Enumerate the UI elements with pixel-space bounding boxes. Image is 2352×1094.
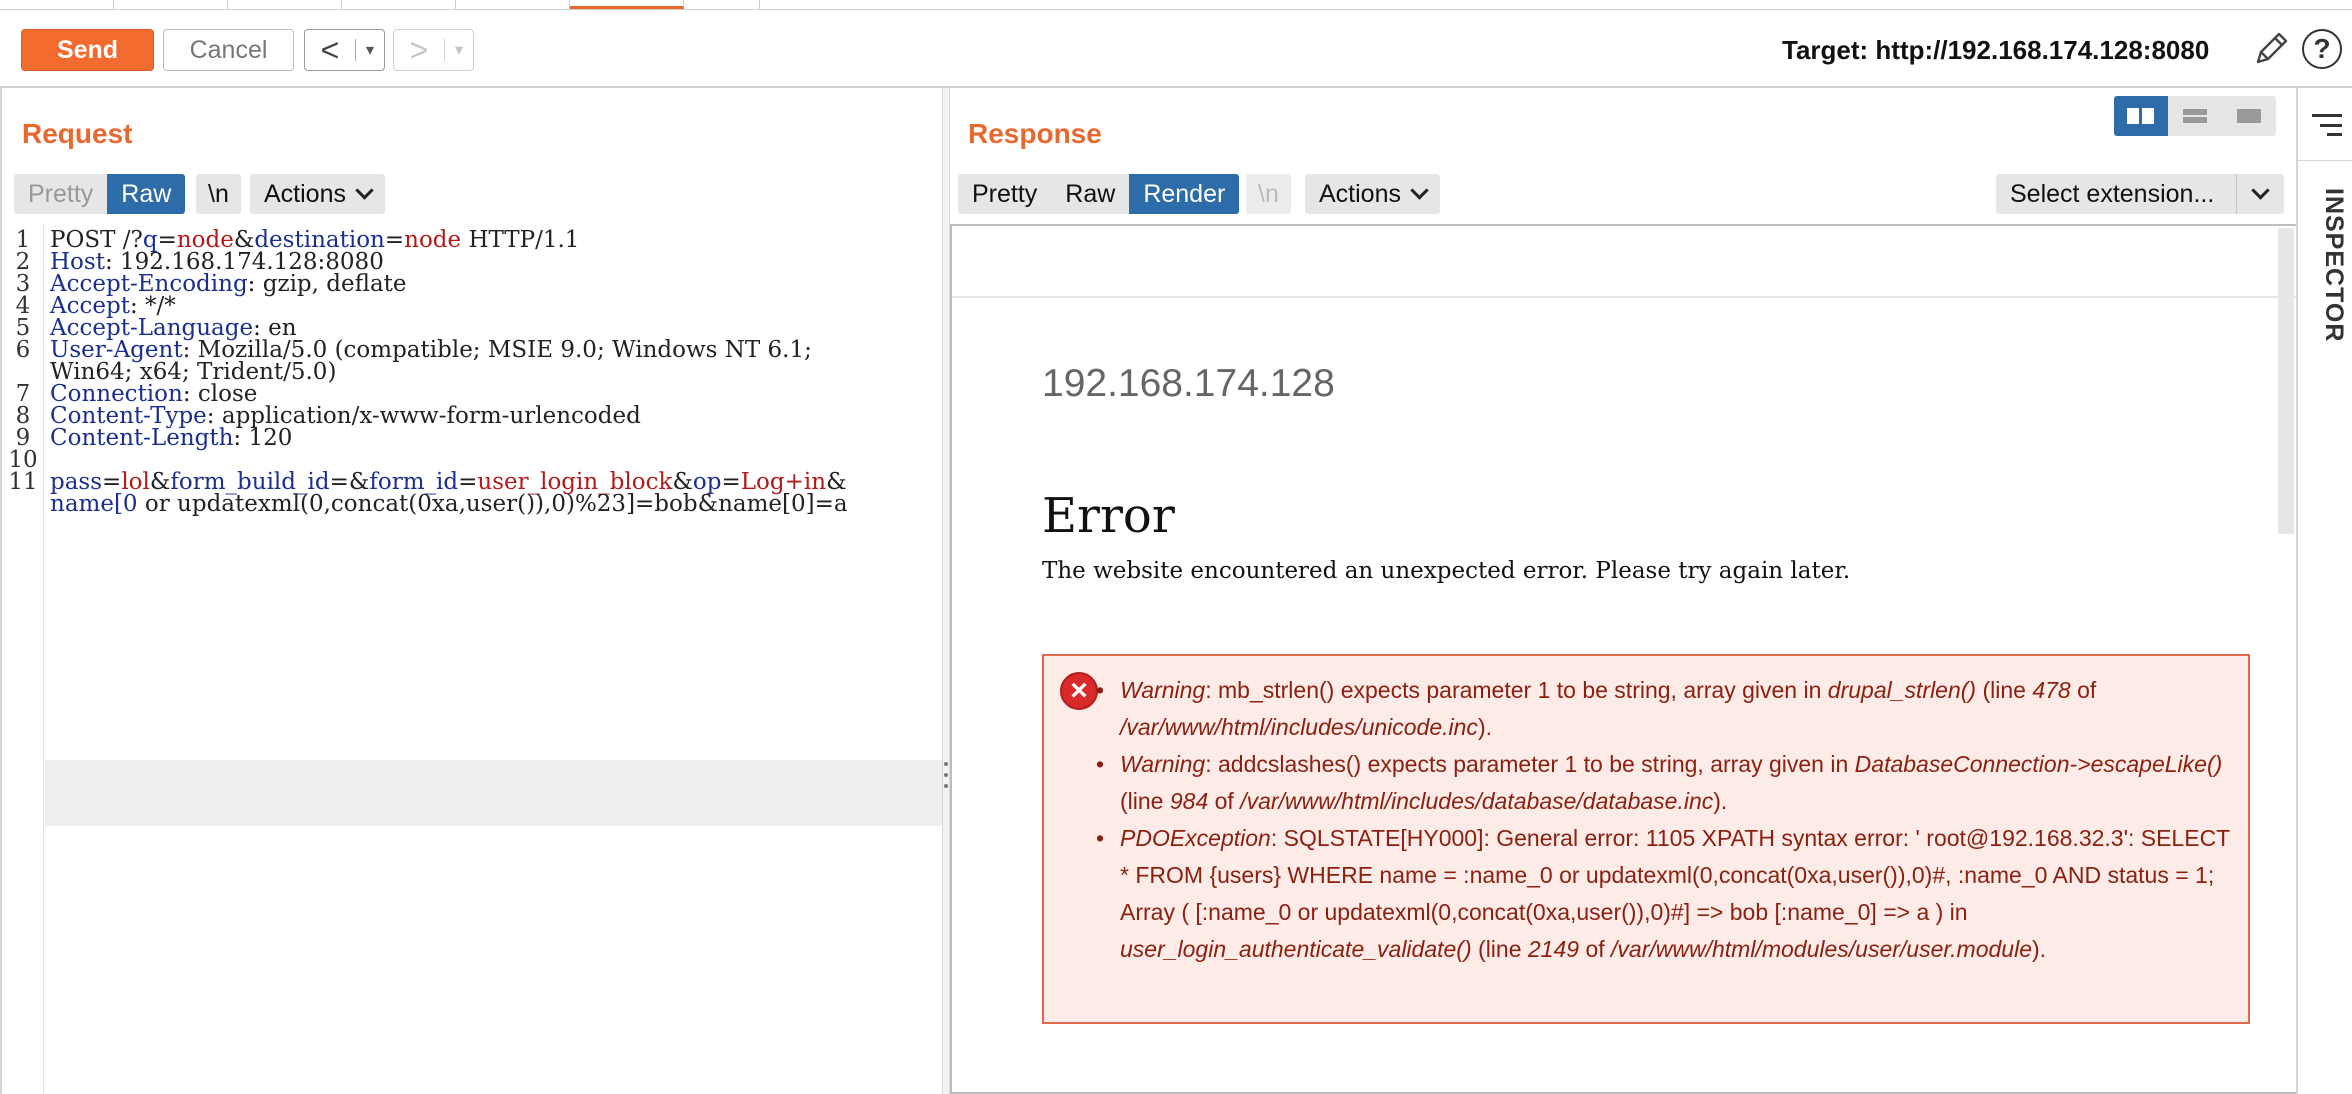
line-number: 6	[15, 337, 31, 363]
panel-splitter[interactable]	[942, 88, 950, 1094]
request-newline-toggle[interactable]: \n	[196, 174, 241, 214]
error-messages-box: × Warning: mb_strlen() expects parameter…	[1042, 654, 2250, 1024]
back-button-group[interactable]: < ▾	[304, 29, 385, 71]
layout-tabs-icon[interactable]	[2222, 96, 2276, 136]
error-messages-list: Warning: mb_strlen() expects parameter 1…	[1096, 672, 2230, 968]
code-line: Content-Length: 120	[50, 425, 293, 451]
response-actions-label: Actions	[1319, 179, 1401, 208]
error-message: The website encountered an unexpected er…	[1042, 558, 1851, 584]
response-panel: Response Pretty Raw Render \n Actions Se…	[950, 88, 2296, 1094]
render-scrollbar[interactable]	[2278, 228, 2294, 534]
splitter-grip-icon[interactable]	[943, 762, 949, 788]
tab[interactable]	[342, 0, 456, 9]
error-heading: Error	[1042, 488, 1175, 544]
tab-active[interactable]	[570, 0, 684, 9]
request-panel: Request Pretty Raw \n Actions 1 POST /?q=…	[0, 88, 944, 1094]
response-title: Response	[968, 118, 1102, 149]
line-number: 11	[8, 469, 38, 495]
back-arrow-icon[interactable]: <	[305, 30, 355, 70]
request-mode-pretty[interactable]: Pretty	[14, 174, 108, 214]
forward-arrow-icon[interactable]: >	[394, 30, 444, 70]
cancel-button[interactable]: Cancel	[163, 29, 294, 71]
error-message-item: Warning: mb_strlen() expects parameter 1…	[1096, 672, 2230, 746]
layout-top-bottom-icon[interactable]	[2168, 96, 2222, 136]
inspector-menu-icon[interactable]	[2312, 114, 2342, 136]
inspector-sidebar: INSPECTOR	[2296, 88, 2352, 1094]
response-actions-menu[interactable]: Actions	[1305, 174, 1440, 214]
layout-side-by-side-icon[interactable]	[2114, 96, 2168, 136]
help-icon[interactable]: ?	[2302, 29, 2342, 69]
tab[interactable]	[228, 0, 342, 9]
send-button[interactable]: Send	[21, 29, 154, 71]
tab[interactable]	[684, 0, 760, 9]
request-title: Request	[22, 118, 133, 149]
rendered-page-header	[952, 226, 2296, 298]
toolbar: Send Cancel < ▾ > ▾ Target: http://192.1…	[0, 10, 2352, 88]
chevron-down-icon	[1410, 180, 1429, 200]
response-mode-pretty[interactable]: Pretty	[958, 174, 1052, 214]
tab[interactable]	[0, 0, 114, 9]
select-extension-dropdown[interactable]: Select extension...	[1996, 174, 2284, 214]
error-icon: ×	[1060, 672, 1098, 710]
error-message-item: Warning: addcslashes() expects parameter…	[1096, 746, 2230, 820]
back-history-dropdown-icon[interactable]: ▾	[356, 40, 384, 60]
request-actions-label: Actions	[264, 179, 346, 208]
code-line: name[0 or updatexml(0,concat(0xa,user())…	[50, 491, 848, 517]
rendered-response-view[interactable]: 192.168.174.128 Error The website encoun…	[950, 224, 2296, 1094]
forward-button-group[interactable]: > ▾	[393, 29, 474, 71]
target-label: Target: http://192.168.174.128:8080	[1782, 35, 2210, 65]
response-view-mode-toggle[interactable]: Pretty Raw Render	[958, 174, 1240, 214]
request-actions-menu[interactable]: Actions	[250, 174, 385, 214]
request-editor[interactable]: 1 POST /?q=node&destination=node HTTP/1.1…	[2, 224, 944, 1094]
select-extension-label: Select extension...	[2010, 179, 2215, 208]
response-mode-render[interactable]: Render	[1129, 174, 1240, 214]
error-message-item: PDOException: SQLSTATE[HY000]: General e…	[1096, 820, 2230, 968]
request-mode-raw[interactable]: Raw	[107, 174, 186, 214]
site-name: 192.168.174.128	[1042, 362, 1335, 405]
chevron-down-icon	[2236, 174, 2284, 214]
current-line-highlight	[45, 760, 943, 826]
layout-toggle[interactable]	[2114, 96, 2276, 136]
tab[interactable]	[114, 0, 228, 9]
response-newline-toggle[interactable]: \n	[1246, 174, 1291, 214]
divider	[2298, 160, 2352, 161]
inspector-tab[interactable]: INSPECTOR	[2304, 188, 2348, 368]
request-view-mode-toggle[interactable]: Pretty Raw	[14, 174, 186, 214]
forward-history-dropdown-icon[interactable]: ▾	[445, 40, 473, 60]
edit-target-pencil-icon[interactable]	[2250, 28, 2292, 70]
response-mode-raw[interactable]: Raw	[1051, 174, 1130, 214]
chevron-down-icon	[355, 180, 374, 200]
tab[interactable]	[456, 0, 570, 9]
